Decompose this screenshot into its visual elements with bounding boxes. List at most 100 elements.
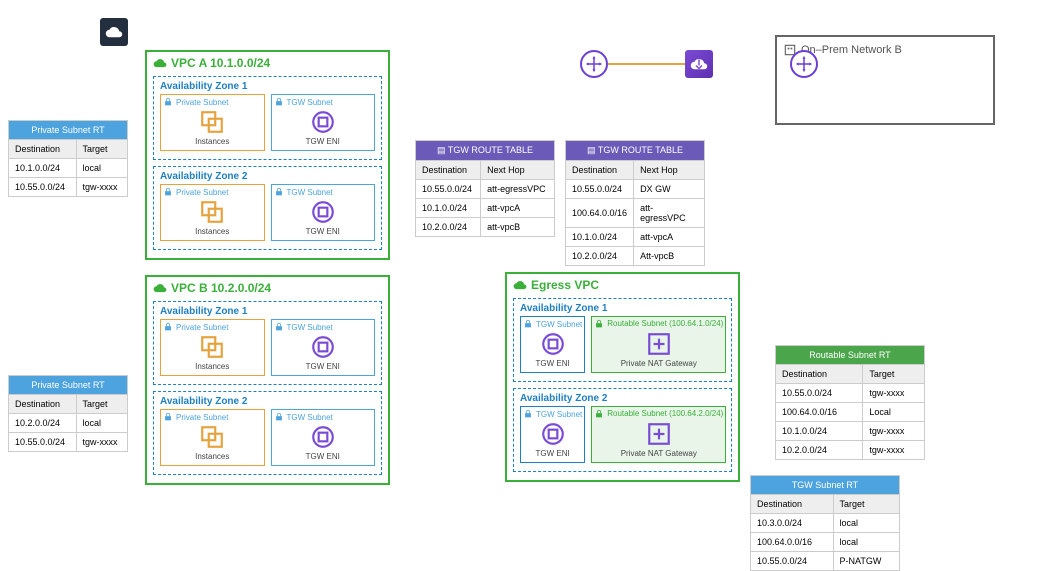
col-next: Next Hop <box>634 161 705 180</box>
table-row: 10.2.0.0/24tgw-xxxx <box>776 441 925 460</box>
col-target: Target <box>863 365 925 384</box>
instances-icon <box>199 109 225 135</box>
private-subnet: Private Subnet Instances <box>160 409 265 466</box>
lock-icon <box>163 97 173 107</box>
eni-icon <box>540 331 566 357</box>
routable-subnet: Routable Subnet (100.64.1.0/24) Private … <box>591 316 726 373</box>
tgw-subnet: TGW Subnet TGW ENI <box>520 316 585 373</box>
lock-icon <box>523 409 533 419</box>
table-title: Private Subnet RT <box>9 376 128 395</box>
egress-az2: Availability Zone 2 TGW Subnet TGW ENI R… <box>513 388 732 472</box>
route-table-icon: ▤ <box>587 145 596 155</box>
cloud-icon <box>513 278 527 292</box>
egress-title: Egress VPC <box>513 278 732 292</box>
col-dest: Destination <box>751 495 834 514</box>
caption: Instances <box>195 452 229 461</box>
instances-icon <box>199 199 225 225</box>
vpc-a-title: VPC A 10.1.0.0/24 <box>153 56 382 70</box>
eni-icon <box>540 421 566 447</box>
table-row: 10.3.0.0/24local <box>751 514 900 533</box>
eni-icon <box>310 424 336 450</box>
route-table-icon: ▤ <box>437 145 446 155</box>
vpc-b-az1: Availability Zone 1 Private Subnet Insta… <box>153 301 382 385</box>
egress-az1: Availability Zone 1 TGW Subnet TGW ENI R… <box>513 298 732 382</box>
tgw-subnet: TGW Subnet TGW ENI <box>520 406 585 463</box>
caption: Private NAT Gateway <box>621 449 697 458</box>
lock-icon <box>274 97 284 107</box>
col-dest: Destination <box>566 161 634 180</box>
table-row: 10.1.0.0/24local <box>9 159 128 178</box>
private-subnet: Private Subnet Instances <box>160 94 265 151</box>
col-dest: Destination <box>416 161 481 180</box>
caption: Instances <box>195 137 229 146</box>
eni-icon <box>310 334 336 360</box>
instances-icon <box>199 334 225 360</box>
caption: TGW ENI <box>536 359 570 368</box>
transit-gateway-icon <box>580 50 608 78</box>
table-row: 100.64.0.0/16Local <box>776 403 925 422</box>
private-subnet-rt-a: Private Subnet RT DestinationTarget 10.1… <box>8 120 128 197</box>
col-dest: Destination <box>776 365 863 384</box>
az-title: Availability Zone 1 <box>160 81 375 92</box>
lock-icon <box>274 322 284 332</box>
caption: TGW ENI <box>306 452 340 461</box>
col-dest: Destination <box>9 395 77 414</box>
caption: Private NAT Gateway <box>621 359 697 368</box>
tgw-route-table-1: ▤ TGW ROUTE TABLE DestinationNext Hop 10… <box>415 140 555 237</box>
col-next: Next Hop <box>481 161 555 180</box>
private-subnet-rt-b: Private Subnet RT DestinationTarget 10.2… <box>8 375 128 452</box>
table-title: TGW Subnet RT <box>751 476 900 495</box>
lock-icon <box>594 409 604 419</box>
table-title: TGW ROUTE TABLE <box>598 145 683 155</box>
egress-vpc: Egress VPC Availability Zone 1 TGW Subne… <box>505 272 740 482</box>
caption: Instances <box>195 362 229 371</box>
table-row: 10.2.0.0/24att-vpcB <box>416 218 555 237</box>
col-target: Target <box>76 140 127 159</box>
az-title: Availability Zone 2 <box>160 171 375 182</box>
lock-icon <box>163 187 173 197</box>
vpc-b-az2: Availability Zone 2 Private Subnet Insta… <box>153 391 382 475</box>
nat-gateway-icon <box>646 421 672 447</box>
private-subnet: Private Subnet Instances <box>160 184 265 241</box>
table-row: 10.55.0.0/24tgw-xxxx <box>776 384 925 403</box>
caption: TGW ENI <box>306 227 340 236</box>
table-title: TGW ROUTE TABLE <box>448 145 533 155</box>
vpc-a-az2: Availability Zone 2 Private Subnet Insta… <box>153 166 382 250</box>
eni-icon <box>310 199 336 225</box>
routable-subnet-rt: Routable Subnet RT DestinationTarget 10.… <box>775 345 925 460</box>
caption: Instances <box>195 227 229 236</box>
tgw-subnet: TGW Subnet TGW ENI <box>271 319 376 376</box>
lock-icon <box>594 319 604 329</box>
table-row: 10.1.0.0/24att-vpcA <box>416 199 555 218</box>
table-row: 10.1.0.0/24att-vpcA <box>566 228 705 247</box>
col-target: Target <box>833 495 899 514</box>
table-row: 10.55.0.0/24DX GW <box>566 180 705 199</box>
aws-cloud-icon <box>100 18 128 46</box>
lock-icon <box>163 322 173 332</box>
table-row: 100.64.0.0/16att-egressVPC <box>566 199 705 228</box>
connection-line <box>608 63 686 65</box>
transit-gateway-icon <box>790 50 818 78</box>
tgw-route-table-2: ▤ TGW ROUTE TABLE DestinationNext Hop 10… <box>565 140 705 266</box>
private-subnet: Private Subnet Instances <box>160 319 265 376</box>
vpc-a-az1: Availability Zone 1 Private Subnet Insta… <box>153 76 382 160</box>
table-row: 10.55.0.0/24tgw-xxxx <box>9 178 128 197</box>
table-title: Routable Subnet RT <box>776 346 925 365</box>
az-title: Availability Zone 2 <box>520 393 725 404</box>
direct-connect-gateway-icon <box>685 50 713 78</box>
table-row: 10.55.0.0/24P-NATGW <box>751 552 900 571</box>
onprem-network: On–Prem Network B <box>775 35 995 125</box>
lock-icon <box>163 412 173 422</box>
az-title: Availability Zone 1 <box>520 303 725 314</box>
cloud-icon <box>153 281 167 295</box>
lock-icon <box>274 412 284 422</box>
vpc-b: VPC B 10.2.0.0/24 Availability Zone 1 Pr… <box>145 275 390 485</box>
tgw-subnet-rt: TGW Subnet RT DestinationTarget 10.3.0.0… <box>750 475 900 571</box>
table-row: 10.55.0.0/24att-egressVPC <box>416 180 555 199</box>
az-title: Availability Zone 2 <box>160 396 375 407</box>
eni-icon <box>310 109 336 135</box>
lock-icon <box>523 319 533 329</box>
caption: TGW ENI <box>306 362 340 371</box>
col-dest: Destination <box>9 140 77 159</box>
instances-icon <box>199 424 225 450</box>
